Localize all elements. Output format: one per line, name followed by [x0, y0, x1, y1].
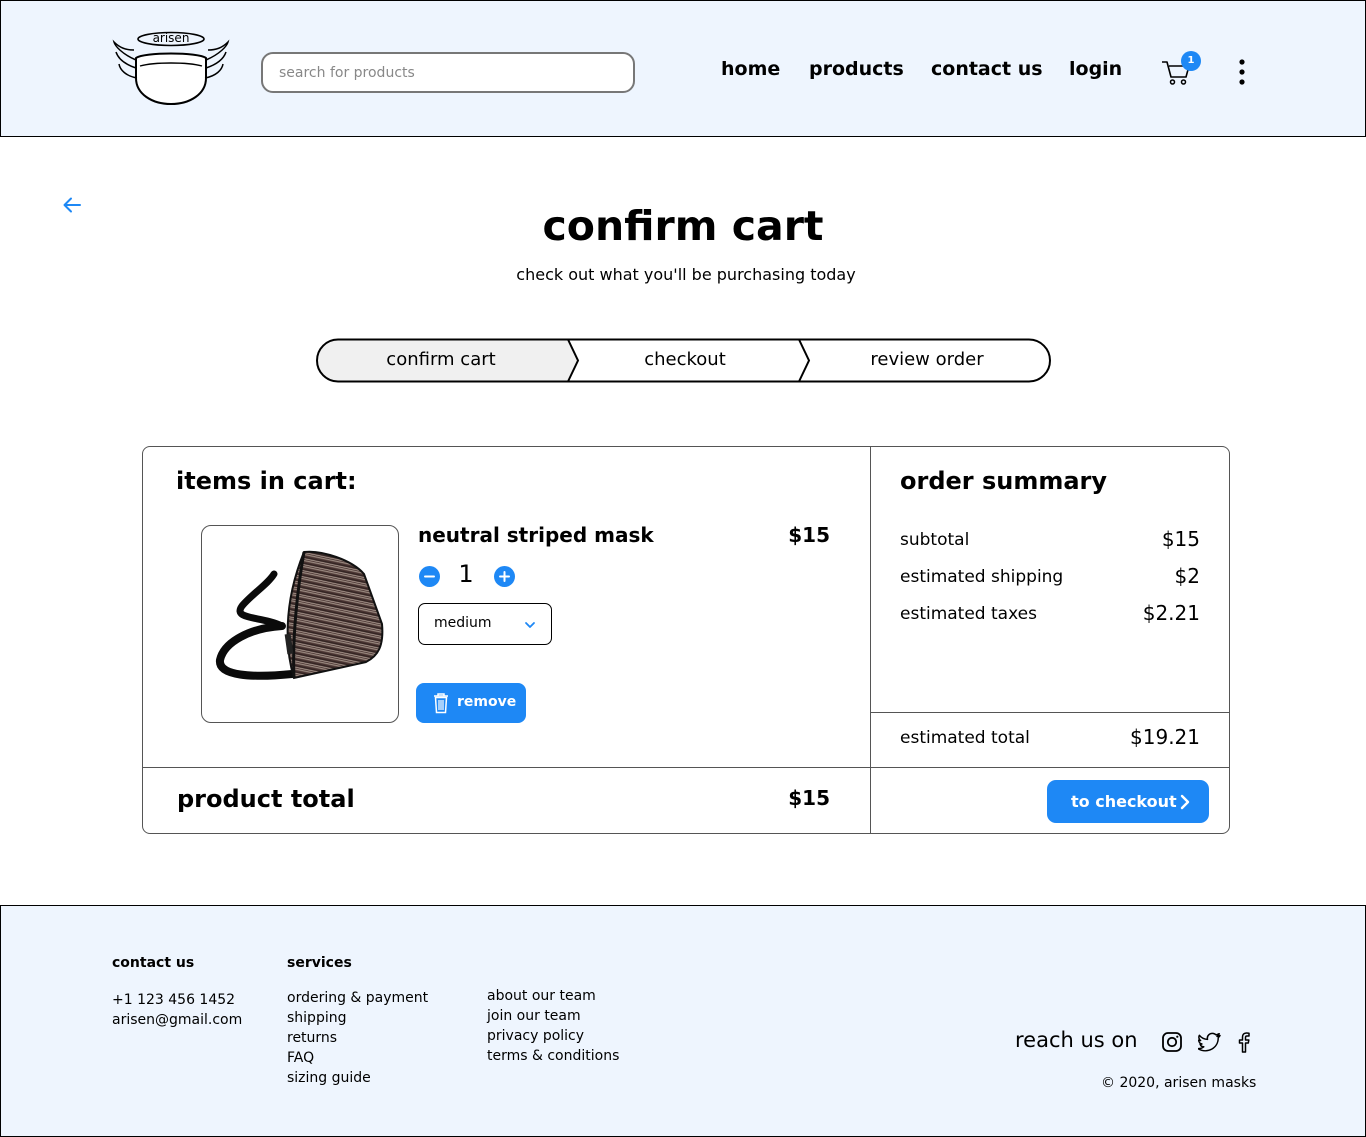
arisen-logo[interactable]: arisen: [110, 28, 232, 108]
items-in-cart-heading: items in cart:: [176, 467, 357, 495]
shipping-label: estimated shipping: [900, 567, 1064, 587]
quantity-value: 1: [458, 560, 474, 588]
footer-link-join-team[interactable]: join our team: [487, 1008, 581, 1024]
chevron-right-icon: [1180, 794, 1190, 810]
footer-link-shipping[interactable]: shipping: [287, 1010, 346, 1026]
step-confirm-cart[interactable]: confirm cart: [336, 349, 546, 370]
checkout-steps: confirm cart checkout review order: [316, 338, 1051, 383]
decrease-quantity-button[interactable]: [419, 566, 440, 587]
logo-text: arisen: [153, 31, 190, 45]
chevron-down-icon: [525, 622, 535, 628]
twitter-icon[interactable]: [1198, 1030, 1222, 1054]
nav-login[interactable]: login: [1069, 58, 1122, 80]
product-image[interactable]: [201, 525, 399, 723]
trash-icon: [434, 693, 448, 714]
footer-link-ordering-payment[interactable]: ordering & payment: [287, 990, 428, 1006]
size-select[interactable]: medium: [418, 603, 552, 645]
remove-item-button[interactable]: remove: [416, 683, 526, 723]
step-checkout[interactable]: checkout: [580, 349, 790, 370]
subtotal-label: subtotal: [900, 530, 970, 550]
copyright-text: © 2020, arisen masks: [1101, 1075, 1257, 1091]
to-checkout-label: to checkout: [1071, 792, 1177, 811]
nav-home[interactable]: home: [721, 58, 780, 80]
shipping-value: $2: [1174, 564, 1200, 588]
nav-contact-us[interactable]: contact us: [931, 58, 1043, 80]
product-total-label: product total: [177, 785, 355, 813]
footer-link-sizing-guide[interactable]: sizing guide: [287, 1070, 371, 1086]
taxes-value: $2.21: [1142, 601, 1200, 625]
footer-services-heading: services: [287, 955, 352, 971]
panel-divider: [871, 767, 1229, 768]
order-summary-heading: order summary: [900, 467, 1108, 495]
search-input[interactable]: [261, 52, 635, 93]
panel-divider: [143, 767, 870, 768]
nav-products[interactable]: products: [809, 58, 904, 80]
cart-count-badge: 1: [1181, 51, 1201, 71]
more-menu-icon[interactable]: [1232, 58, 1252, 86]
page-title: confirm cart: [542, 202, 824, 250]
panel-divider: [871, 712, 1229, 713]
product-price: $15: [788, 523, 830, 547]
footer-link-faq[interactable]: FAQ: [287, 1050, 314, 1066]
instagram-icon[interactable]: [1160, 1030, 1184, 1054]
facebook-icon[interactable]: [1232, 1030, 1256, 1054]
estimated-total-value: $19.21: [1130, 725, 1200, 749]
size-selected-value: medium: [434, 615, 492, 631]
page-subtitle: check out what you'll be purchasing toda…: [516, 265, 856, 284]
footer-email[interactable]: arisen@gmail.com: [112, 1012, 242, 1028]
footer-contact-heading: contact us: [112, 955, 195, 971]
footer-phone[interactable]: +1 123 456 1452: [112, 992, 235, 1008]
to-checkout-button[interactable]: to checkout: [1047, 780, 1209, 823]
remove-label: remove: [457, 694, 517, 710]
plus-icon: [499, 571, 510, 582]
product-total-value: $15: [788, 786, 830, 810]
subtotal-value: $15: [1161, 527, 1200, 551]
taxes-label: estimated taxes: [900, 604, 1037, 624]
footer-link-about-team[interactable]: about our team: [487, 988, 596, 1004]
footer-link-returns[interactable]: returns: [287, 1030, 337, 1046]
minus-icon: [424, 575, 435, 578]
reach-us-label: reach us on: [1015, 1028, 1138, 1052]
increase-quantity-button[interactable]: [494, 566, 515, 587]
footer-link-terms[interactable]: terms & conditions: [487, 1048, 619, 1064]
estimated-total-label: estimated total: [900, 728, 1030, 748]
footer-link-privacy-policy[interactable]: privacy policy: [487, 1028, 584, 1044]
panel-divider: [870, 447, 871, 833]
product-name[interactable]: neutral striped mask: [418, 523, 654, 547]
step-review-order[interactable]: review order: [822, 349, 1032, 370]
